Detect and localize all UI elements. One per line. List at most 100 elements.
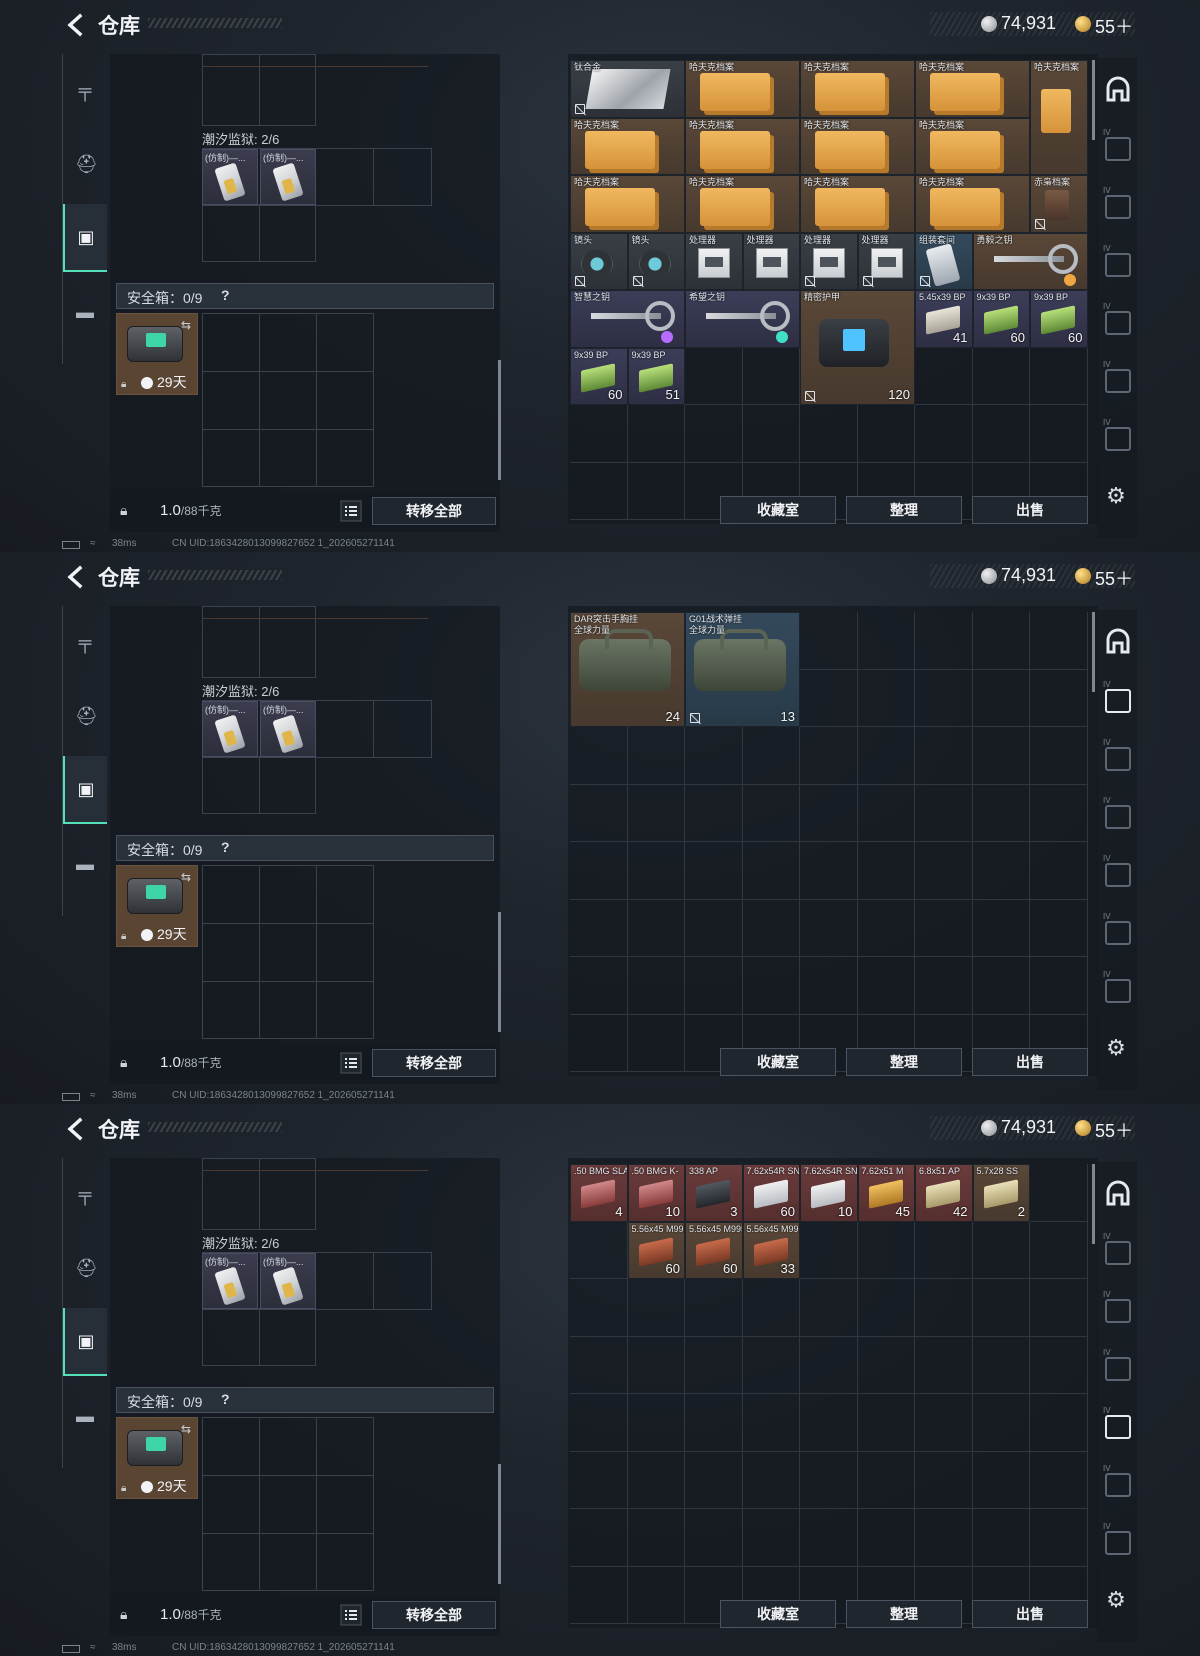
grid-cell[interactable] — [627, 1509, 685, 1567]
grid-cell[interactable] — [570, 1394, 628, 1452]
grid-cell[interactable] — [800, 669, 858, 727]
tab-warehouse-3[interactable]: IV — [1101, 792, 1135, 842]
sell-button[interactable]: 出售 — [972, 496, 1088, 524]
grid-cell[interactable] — [685, 957, 743, 1015]
nav-case[interactable]: ▬ — [63, 278, 107, 346]
safe-box-item[interactable]: ⇆ 🔒︎ 29天 — [116, 1417, 198, 1499]
nav-weapon[interactable]: ╤ — [63, 56, 107, 124]
grid-cell[interactable] — [570, 1451, 628, 1509]
grid-cell[interactable] — [685, 784, 743, 842]
grid-cell[interactable] — [915, 612, 973, 670]
tab-warehouse-6[interactable]: IV — [1101, 966, 1135, 1016]
grid-cell[interactable] — [1030, 1394, 1088, 1452]
grid-cell[interactable] — [1030, 405, 1088, 463]
ticket-value[interactable]: 55＋ — [1095, 565, 1133, 591]
grid-cell[interactable] — [570, 405, 628, 463]
grid-cell[interactable] — [1030, 1164, 1088, 1222]
help-icon[interactable]: ? — [221, 287, 230, 303]
grid-cell[interactable] — [685, 1509, 743, 1567]
warehouse-item[interactable]: 处理器 — [800, 232, 858, 290]
grid-cell[interactable] — [800, 957, 858, 1015]
grid-cell[interactable] — [742, 1394, 800, 1452]
warehouse-item[interactable]: 9x39 BP 60 — [570, 347, 628, 405]
grid-cell[interactable] — [915, 784, 973, 842]
grid-cell[interactable] — [857, 1451, 915, 1509]
nav-case[interactable]: ▬ — [63, 830, 107, 898]
organize-button[interactable]: 整理 — [846, 1048, 962, 1076]
collection-room-button[interactable]: 收藏室 — [720, 496, 836, 524]
warehouse-item[interactable]: 勇毅之钥 — [972, 232, 1088, 290]
tab-warehouse-2[interactable]: IV — [1101, 182, 1135, 232]
warehouse-item[interactable]: 赤枭档案 — [1030, 175, 1088, 233]
grid-cell[interactable] — [800, 899, 858, 957]
warehouse-item[interactable]: 7.62x54R SN 10 — [800, 1164, 858, 1222]
grid-cell[interactable] — [972, 669, 1030, 727]
warehouse-item[interactable]: 338 AP 3 — [685, 1164, 743, 1222]
nav-weapon[interactable]: ╤ — [63, 1160, 107, 1228]
grid-cell[interactable] — [742, 957, 800, 1015]
grid-cell[interactable] — [570, 727, 628, 785]
grid-cell[interactable] — [570, 784, 628, 842]
help-icon[interactable]: ? — [221, 839, 230, 855]
warehouse-item[interactable]: 5.45x39 BP 41 — [915, 290, 973, 348]
warehouse-scrollbar[interactable] — [1092, 1164, 1095, 1244]
nav-weapon[interactable]: ╤ — [63, 608, 107, 676]
grid-cell[interactable] — [915, 1509, 973, 1567]
grid-cell[interactable] — [915, 1221, 973, 1279]
grid-cell[interactable] — [685, 1394, 743, 1452]
grid-cell[interactable] — [915, 405, 973, 463]
warehouse-item[interactable]: 7.62x54R SN 60 — [742, 1164, 800, 1222]
grid-cell[interactable] — [857, 899, 915, 957]
grid-cell[interactable] — [1030, 899, 1088, 957]
grid-cell[interactable] — [627, 1336, 685, 1394]
grid-cell[interactable] — [627, 727, 685, 785]
warehouse-item[interactable]: 哈夫克档案 — [1030, 60, 1088, 175]
transfer-all-button[interactable]: 转移全部 — [372, 1049, 496, 1077]
nav-helmet[interactable]: ⛑ — [63, 682, 107, 750]
grid-cell[interactable] — [742, 1509, 800, 1567]
warehouse-item[interactable]: 哈夫克档案 — [570, 117, 685, 175]
grid-cell[interactable] — [972, 1451, 1030, 1509]
tab-warehouse-2[interactable]: IV — [1101, 734, 1135, 784]
grid-cell[interactable] — [685, 405, 743, 463]
gear-icon[interactable]: ⚙ — [1104, 1036, 1128, 1060]
grid-cell[interactable] — [972, 1509, 1030, 1567]
safe-box-item[interactable]: ⇆ 🔒︎ 29天 — [116, 865, 198, 947]
grid-cell[interactable] — [972, 1221, 1030, 1279]
warehouse-item[interactable]: .50 BMG SLAP 4 — [570, 1164, 628, 1222]
grid-cell[interactable] — [1030, 842, 1088, 900]
grid-cell[interactable] — [972, 612, 1030, 670]
warehouse-item[interactable]: 镜头 — [627, 232, 685, 290]
grid-cell[interactable] — [1030, 1336, 1088, 1394]
warehouse-item[interactable]: 哈夫克档案 — [915, 60, 1030, 118]
grid-cell[interactable] — [627, 784, 685, 842]
grid-cell[interactable] — [972, 1394, 1030, 1452]
tab-warehouse-3[interactable]: IV — [1101, 1344, 1135, 1394]
grid-cell[interactable] — [972, 347, 1030, 405]
grid-cell[interactable] — [915, 727, 973, 785]
grid-cell[interactable] — [570, 1509, 628, 1567]
grid-cell[interactable] — [800, 1509, 858, 1567]
grid-cell[interactable] — [1030, 612, 1088, 670]
warehouse-item[interactable]: 9x39 BP 51 — [627, 347, 685, 405]
warehouse-item[interactable]: 钛合金 — [570, 60, 685, 118]
grid-cell[interactable] — [1030, 957, 1088, 1015]
tab-home[interactable] — [1101, 64, 1135, 114]
warehouse-item[interactable]: DAR突击手胸挂 全球力量 24 — [570, 612, 685, 727]
grid-cell[interactable] — [1030, 1221, 1088, 1279]
warehouse-item[interactable]: 精密护甲 120 — [800, 290, 915, 405]
grid-cell[interactable] — [972, 957, 1030, 1015]
warehouse-scrollbar[interactable] — [1092, 60, 1095, 140]
warehouse-item[interactable]: 9x39 BP 60 — [972, 290, 1030, 348]
warehouse-item[interactable]: 6.8x51 AP 42 — [915, 1164, 973, 1222]
grid-cell[interactable] — [915, 1451, 973, 1509]
nav-helmet[interactable]: ⛑ — [63, 130, 107, 198]
grid-cell[interactable] — [800, 784, 858, 842]
list-icon[interactable] — [340, 1604, 362, 1626]
grid-cell[interactable] — [742, 842, 800, 900]
grid-cell[interactable] — [915, 957, 973, 1015]
back-arrow-icon[interactable] — [62, 12, 88, 38]
warehouse-item[interactable]: 哈夫克档案 — [915, 175, 1030, 233]
organize-button[interactable]: 整理 — [846, 496, 962, 524]
warehouse-item[interactable]: G01战术弹挂 全球力量 13 — [685, 612, 800, 727]
